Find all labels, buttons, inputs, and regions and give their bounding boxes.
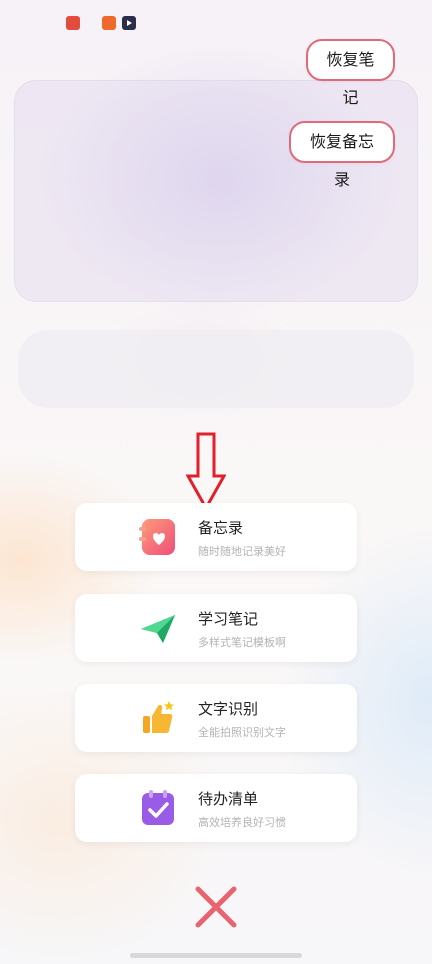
memo-heart-icon — [139, 519, 175, 555]
menu-item-study-notes[interactable]: 学习笔记 多样式笔记模板啊 — [75, 594, 357, 662]
menu-item-title: 学习笔记 — [198, 610, 259, 628]
menu-item-subtitle: 全能拍照识别文字 — [198, 726, 286, 739]
menu-item-subtitle: 随时随地记录美好 — [198, 545, 286, 558]
menu-item-todo-list[interactable]: 待办清单 高效培养良好习惯 — [75, 774, 357, 842]
home-indicator — [130, 953, 302, 958]
background-bar — [18, 330, 414, 408]
menu-item-text-recognition[interactable]: 文字识别 全能拍照识别文字 — [75, 684, 357, 752]
restore-memo-button[interactable]: 恢复备忘录 — [289, 121, 395, 189]
paper-plane-icon — [141, 615, 175, 643]
menu-item-title: 备忘录 — [198, 519, 244, 537]
play-icon — [122, 16, 136, 30]
menu-item-title: 文字识别 — [198, 700, 259, 718]
menu-item-title: 待办清单 — [198, 790, 259, 808]
menu-item-subtitle: 多样式笔记模板啊 — [198, 636, 286, 649]
status-app-icon — [66, 16, 80, 30]
status-bar — [0, 0, 432, 44]
down-arrow-icon — [186, 432, 226, 510]
calendar-check-icon — [142, 790, 174, 825]
close-icon[interactable] — [193, 884, 239, 930]
menu-item-subtitle: 高效培养良好习惯 — [198, 816, 286, 829]
thumbs-up-icon — [143, 701, 174, 733]
status-app-icon — [102, 16, 116, 30]
restore-notes-button[interactable]: 恢复笔记 — [306, 39, 395, 107]
menu-item-memo[interactable]: 备忘录 随时随地记录美好 — [75, 503, 357, 571]
